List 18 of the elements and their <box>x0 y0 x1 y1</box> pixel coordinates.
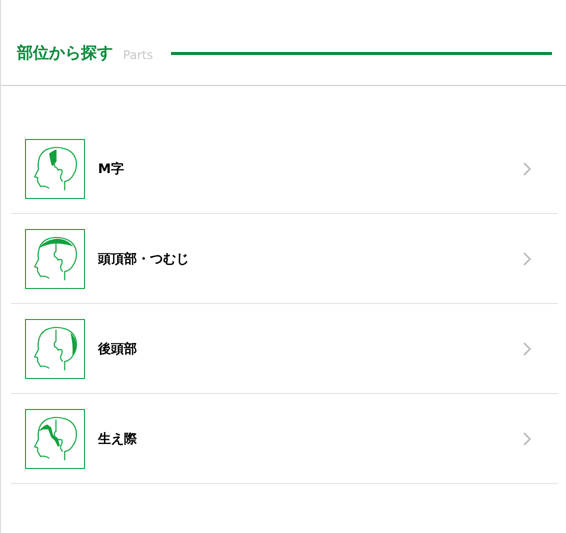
head-icon <box>25 138 85 198</box>
chevron-icon <box>522 162 532 176</box>
section-subtitle: Parts <box>123 48 153 62</box>
head-icon <box>25 318 85 378</box>
part-label: 生え際 <box>98 430 138 448</box>
head-icon <box>25 228 85 288</box>
part-label: 頭頂部・つむじ <box>98 250 190 268</box>
part-label: M字 <box>98 160 125 178</box>
section-title: 部位から探す <box>17 43 113 64</box>
chevron-icon <box>522 252 532 266</box>
part-list-item[interactable]: M字 <box>11 124 558 214</box>
part-list-item[interactable]: 後頭部 <box>11 304 558 394</box>
chevron-icon <box>522 342 532 356</box>
head-icon <box>25 408 85 468</box>
chevron-icon <box>522 432 532 446</box>
part-list-item[interactable]: 頭頂部・つむじ <box>11 214 558 304</box>
part-list-item[interactable]: 生え際 <box>11 394 558 484</box>
part-label: 後頭部 <box>98 340 138 358</box>
